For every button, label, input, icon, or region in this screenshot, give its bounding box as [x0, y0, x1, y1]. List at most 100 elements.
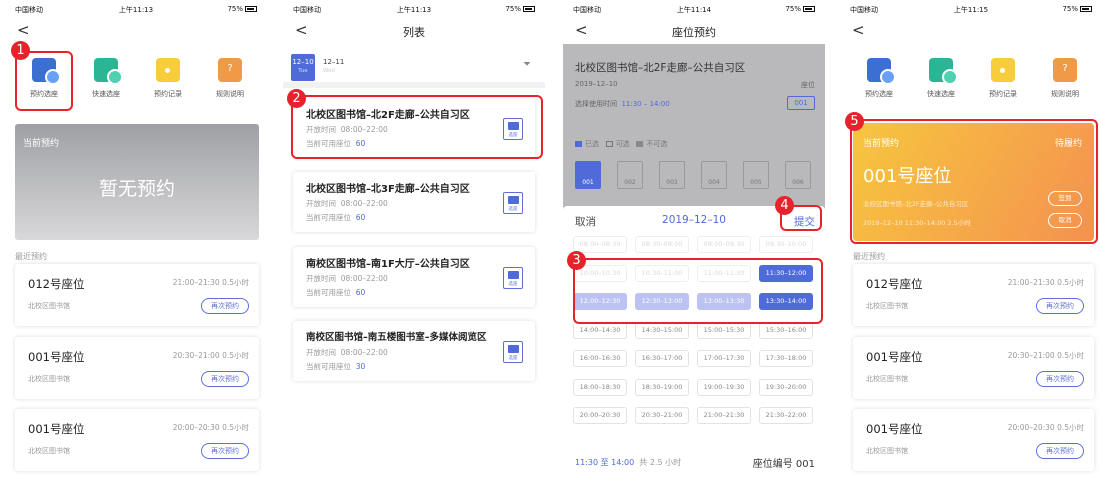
- sign-in-button[interactable]: 签到: [1048, 191, 1082, 206]
- select-seat-button[interactable]: 选座: [503, 267, 523, 289]
- back-button[interactable]: <: [852, 23, 865, 38]
- filter-icon[interactable]: ⏷: [523, 59, 531, 70]
- date-tab[interactable]: 12–11 Wed: [323, 58, 344, 74]
- select-seat-button[interactable]: 选座: [503, 118, 523, 140]
- quick-fast[interactable]: 快速选座: [912, 58, 970, 99]
- page-title: 座位预约: [672, 26, 716, 39]
- quick-reserve[interactable]: 预约选座: [850, 58, 908, 99]
- rules-icon: [218, 58, 242, 82]
- seat[interactable]: 004: [701, 161, 727, 189]
- fast-seat-icon: [929, 58, 958, 85]
- reserve-again-button[interactable]: 再次预约: [201, 443, 249, 459]
- reserve-again-button[interactable]: 再次预约: [1036, 298, 1084, 314]
- seat-grid: 001 002 003 004 005 006: [575, 161, 815, 191]
- quick-rules[interactable]: 规则说明: [201, 58, 259, 99]
- time-slot[interactable]: 19:00–19:30: [697, 378, 751, 396]
- reserve-screen: 中国移动 上午11:14 75% < 座位预约 北校区图书馆–北2F走廊–公共自…: [563, 0, 825, 477]
- quick-reserve[interactable]: 预约选座: [15, 58, 73, 99]
- seat-icon: [508, 196, 519, 204]
- select-seat-button[interactable]: 选座: [503, 341, 523, 363]
- battery: 75%: [227, 5, 257, 13]
- time-slot[interactable]: 11:00–11:30: [697, 264, 751, 282]
- seat[interactable]: 002: [617, 161, 643, 189]
- reserve-again-button[interactable]: 再次预约: [1036, 443, 1084, 459]
- time-slot[interactable]: 11:30–12:00: [759, 264, 813, 282]
- list-screen: 中国移动 上午11:13 75% < 列表 12–10 Tue 12–11 Wed …: [283, 0, 545, 477]
- time-slot[interactable]: 15:30–16:00: [759, 321, 813, 339]
- back-button[interactable]: <: [17, 23, 30, 38]
- time-slot[interactable]: 12:30–13:00: [635, 293, 689, 310]
- status-bar: 中国移动 上午11:13 75%: [5, 0, 267, 18]
- date-tabs: 12–10 Tue 12–11 Wed ⏷: [283, 50, 545, 82]
- seat[interactable]: 003: [659, 161, 685, 189]
- time-slot[interactable]: 16:30–17:00: [635, 350, 689, 367]
- time-summary: 11:30 至 14:00 共 2.5 小时 座位编号 001: [575, 458, 815, 470]
- status-badge: 待履约: [1054, 139, 1082, 149]
- time-slot[interactable]: 18:30–19:00: [635, 378, 689, 396]
- step-5-badge: 5: [845, 112, 864, 131]
- step-3-badge: 3: [567, 251, 586, 270]
- submit-button[interactable]: 提交: [794, 214, 815, 229]
- seat-legend: 已选 可选 不可选: [575, 139, 667, 149]
- area-card[interactable]: 北校区图书馆–北3F走廊–公共自习区 开放时间 08:00–22:00 当前可用…: [293, 172, 535, 232]
- seat-icon: [508, 345, 519, 353]
- step-2-badge: 2: [287, 89, 306, 108]
- time-slot[interactable]: 08:00–08:30: [573, 236, 627, 253]
- quick-actions: 预约选座 快速选座 预约记录 规则说明: [15, 58, 259, 110]
- popup-date: 2019–12–10: [662, 214, 726, 226]
- reserve-seat-icon: [32, 58, 61, 85]
- quick-records[interactable]: 预约记录: [974, 58, 1032, 99]
- time-slot[interactable]: 19:30–20:00: [759, 378, 813, 396]
- reserve-again-button[interactable]: 再次预约: [201, 371, 249, 387]
- time-slot[interactable]: 21:30–22:00: [759, 407, 813, 424]
- quick-actions: 预约选座 快速选座 预约记录 规则说明: [850, 58, 1094, 110]
- time-slot[interactable]: 09:30–10:00: [759, 236, 813, 253]
- time-slot[interactable]: 09:00–09:30: [697, 236, 751, 253]
- time-slot[interactable]: 14:30–15:00: [635, 321, 689, 339]
- time-slot[interactable]: 10:30–11:00: [635, 264, 689, 282]
- reserve-again-button[interactable]: 再次预约: [1036, 371, 1084, 387]
- step-1-badge: 1: [11, 41, 30, 60]
- date-tab-selected[interactable]: 12–10 Tue: [291, 54, 315, 81]
- recent-item: 012号座位 21:00–21:30 0.5小时 北校区图书馆 再次预约: [853, 264, 1094, 326]
- quick-records[interactable]: 预约记录: [139, 58, 197, 99]
- time-slot[interactable]: 20:30–21:00: [635, 407, 689, 424]
- home-screen-booked: 中国移动 上午11:15 75% < 预约选座 快速选座 预约记录 规则说明 当…: [840, 0, 1099, 477]
- reserve-seat-icon: [867, 58, 896, 85]
- current-reservation-card: 当前预约 待履约 001号座位 北校区图书馆–北2F走廊–公共自习区 2019–…: [853, 123, 1094, 241]
- time-slot[interactable]: 16:00–16:30: [573, 350, 627, 367]
- status-bar: 中国移动 上午11:15 75%: [840, 0, 1099, 18]
- area-card[interactable]: 南校区图书馆–南五楼图书室–多媒体阅览区 开放时间 08:00–22:00 当前…: [293, 321, 535, 381]
- battery-icon: [245, 6, 257, 12]
- seat[interactable]: 001: [575, 161, 601, 189]
- area-card[interactable]: 南校区图书馆–南1F大厅–公共自习区 开放时间 08:00–22:00 当前可用…: [293, 247, 535, 307]
- time-slot[interactable]: 15:00–15:30: [697, 321, 751, 339]
- recent-item: 001号座位 20:30–21:00 0.5小时 北校区图书馆 再次预约: [15, 337, 259, 399]
- seat-map-panel: 北校区图书馆–北2F走廊–公共自习区 2019–12–10 座位 选择使用时间 …: [563, 44, 825, 210]
- booked-seat: 001号座位: [863, 166, 952, 187]
- time-slot[interactable]: 14:00–14:30: [573, 321, 627, 339]
- select-seat-button[interactable]: 选座: [503, 192, 523, 214]
- time-slot[interactable]: 18:00–18:30: [573, 378, 627, 396]
- time-slot[interactable]: 13:00–13:30: [697, 293, 751, 310]
- time-slot[interactable]: 17:30–18:00: [759, 350, 813, 367]
- time-slot[interactable]: 08:30–09:00: [635, 236, 689, 253]
- fast-seat-icon: [94, 58, 123, 85]
- area-card[interactable]: 北校区图书馆–北2F走廊–公共自习区 开放时间 08:00–22:00 当前可用…: [293, 98, 535, 158]
- quick-fast[interactable]: 快速选座: [77, 58, 135, 99]
- time-slot[interactable]: 20:00–20:30: [573, 407, 627, 424]
- divider: [283, 82, 545, 88]
- seat[interactable]: 005: [743, 161, 769, 189]
- time-slot[interactable]: 17:00–17:30: [697, 350, 751, 367]
- recent-header: 最近预约: [853, 252, 885, 261]
- time-slot[interactable]: 21:00–21:30: [697, 407, 751, 424]
- status-bar: 中国移动 上午11:14 75%: [563, 0, 825, 18]
- quick-rules[interactable]: 规则说明: [1036, 58, 1094, 99]
- step-4-badge: 4: [775, 196, 794, 215]
- seat[interactable]: 006: [785, 161, 811, 189]
- cancel-reservation-button[interactable]: 取消: [1048, 213, 1082, 228]
- home-screen-empty: 中国移动 上午11:13 75% < 预约选座 快速选座 预约记录 规则说明 当…: [5, 0, 267, 477]
- reserve-again-button[interactable]: 再次预约: [201, 298, 249, 314]
- time-slot[interactable]: 12:00–12:30: [573, 293, 627, 310]
- time-slot[interactable]: 13:30–14:00: [759, 293, 813, 310]
